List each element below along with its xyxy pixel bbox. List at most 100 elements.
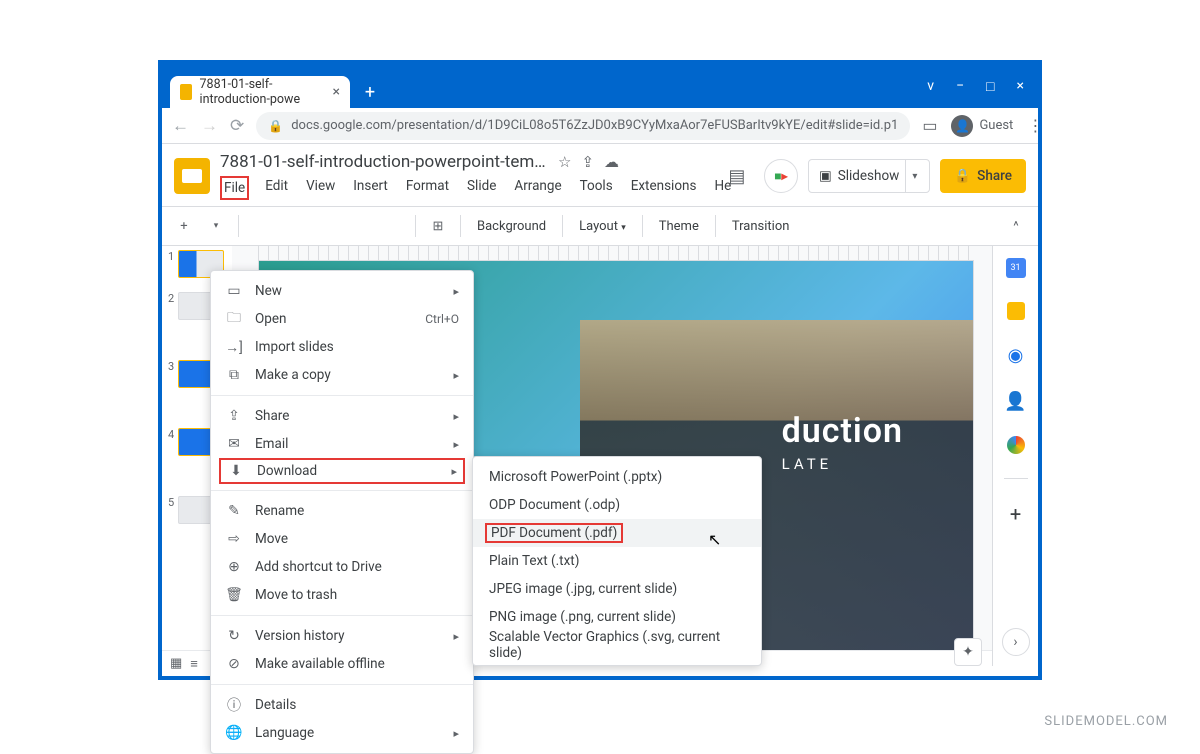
slideshow-label: Slideshow (838, 168, 900, 184)
address-bar: ← → ⟳ 🔒 docs.google.com/presentation/d/1… (162, 108, 1038, 144)
trash-icon: 🗑 (225, 587, 243, 603)
offline-icon: ⊘ (225, 656, 243, 672)
download-jpeg[interactable]: JPEG image (.jpg, current slide) (473, 575, 761, 603)
download-png[interactable]: PNG image (.png, current slide) (473, 603, 761, 631)
menu-share[interactable]: ⇪Share▸ (211, 402, 473, 430)
watermark: SLIDEMODEL.COM (1044, 714, 1168, 729)
thumb-number: 3 (168, 360, 174, 373)
close-window-icon[interactable]: × (1017, 78, 1024, 94)
download-odp[interactable]: ODP Document (.odp) (473, 491, 761, 519)
download-pptx[interactable]: Microsoft PowerPoint (.pptx) (473, 463, 761, 491)
window-controls: v − □ × (927, 64, 1038, 108)
url-field[interactable]: 🔒 docs.google.com/presentation/d/1D9CiL0… (256, 112, 910, 140)
collapse-toolbar-icon[interactable]: ^ (1002, 212, 1030, 240)
menu-version-history[interactable]: ↻Version history▸ (211, 622, 473, 650)
download-svg[interactable]: Scalable Vector Graphics (.svg, current … (473, 631, 761, 659)
addons-plus-icon[interactable]: + (1005, 503, 1027, 525)
close-tab-icon[interactable]: × (333, 84, 340, 100)
separator (460, 215, 461, 237)
browser-tab[interactable]: 7881-01-self-introduction-powe × (170, 76, 350, 108)
calendar-icon[interactable]: 31 (1006, 258, 1026, 278)
download-submenu: Microsoft PowerPoint (.pptx) ODP Documen… (472, 456, 762, 666)
menu-rename[interactable]: ✎Rename (211, 497, 473, 525)
theme-button[interactable]: Theme (651, 219, 707, 234)
contacts-icon[interactable]: 👤 (1005, 390, 1027, 412)
share-button[interactable]: 🔒 Share (940, 159, 1026, 193)
menu-file[interactable]: File (220, 176, 249, 200)
document-title[interactable]: 7881-01-self-introduction-powerpoint-tem… (220, 152, 550, 172)
menu-format[interactable]: Format (404, 176, 451, 200)
filmstrip-list-icon[interactable]: ≡ (190, 656, 198, 672)
star-icon[interactable]: ☆ (558, 153, 571, 171)
slideshow-caret-icon[interactable]: ▾ (905, 160, 923, 192)
minimize-icon[interactable]: − (956, 78, 964, 94)
menu-move-to-trash[interactable]: 🗑Move to trash (211, 581, 473, 609)
filmstrip-grid-icon[interactable]: ▦ (170, 656, 182, 671)
thumb-number: 2 (168, 292, 174, 305)
menu-offline[interactable]: ⊘Make available offline (211, 650, 473, 678)
transition-button[interactable]: Transition (724, 219, 798, 234)
menu-move[interactable]: ⇨Move (211, 525, 473, 553)
cloud-status-icon[interactable]: ☁ (604, 153, 619, 171)
email-icon: ✉ (225, 436, 243, 452)
separator (562, 215, 563, 237)
comments-icon[interactable]: ▤ (720, 159, 754, 193)
dropdown-icon[interactable]: v (927, 78, 934, 94)
menu-details[interactable]: ⓘDetails (211, 691, 473, 719)
download-txt[interactable]: Plain Text (.txt) (473, 547, 761, 575)
new-doc-icon: ▭ (225, 283, 243, 299)
toolbar: + ▾ ⊞ Background Layout ▾ Theme Transiti… (162, 206, 1038, 246)
menu-tools[interactable]: Tools (578, 176, 615, 200)
menu-arrange[interactable]: Arrange (512, 176, 563, 200)
collapse-sidepanel-icon[interactable]: › (1002, 628, 1030, 656)
background-button[interactable]: Background (469, 219, 554, 234)
slides-app: 7881-01-self-introduction-powerpoint-tem… (162, 144, 1038, 676)
share-icon: ⇪ (225, 408, 243, 424)
slideshow-button[interactable]: ▣ Slideshow ▾ (808, 159, 930, 193)
maximize-icon[interactable]: □ (986, 78, 994, 95)
new-slide-caret-icon[interactable]: ▾ (202, 212, 230, 240)
avatar-icon: 👤 (951, 115, 973, 137)
app-header: 7881-01-self-introduction-powerpoint-tem… (162, 144, 1038, 200)
meet-icon[interactable]: ■▸ (764, 159, 798, 193)
menu-insert[interactable]: Insert (351, 176, 390, 200)
window-titlebar: 7881-01-self-introduction-powe × + v − □… (162, 64, 1038, 108)
shortcut-icon: ⊕ (225, 559, 243, 575)
textbox-icon[interactable]: ⊞ (424, 212, 452, 240)
menu-open[interactable]: 🗀OpenCtrl+O (211, 305, 473, 333)
slides-favicon (180, 84, 192, 100)
menu-make-copy[interactable]: ⧉Make a copy▸ (211, 361, 473, 389)
maps-icon[interactable] (1007, 436, 1025, 454)
menu-view[interactable]: View (304, 176, 337, 200)
separator (715, 215, 716, 237)
globe-icon: 🌐 (225, 725, 243, 741)
keep-icon[interactable] (1007, 302, 1025, 320)
browser-overflow-icon[interactable]: ⋮ (1027, 116, 1043, 135)
reload-icon[interactable]: ⟳ (230, 116, 244, 136)
menu-extensions[interactable]: Extensions (629, 176, 699, 200)
back-icon[interactable]: ← (172, 116, 189, 136)
explore-button[interactable]: ✦ (954, 638, 982, 666)
menu-email[interactable]: ✉Email▸ (211, 430, 473, 458)
menu-new[interactable]: ▭New▸ (211, 277, 473, 305)
new-slide-button[interactable]: + (170, 212, 198, 240)
menu-import-slides[interactable]: →]Import slides (211, 333, 473, 361)
menu-slide[interactable]: Slide (465, 176, 498, 200)
tasks-icon[interactable]: ◉ (1005, 344, 1027, 366)
browser-window: 7881-01-self-introduction-powe × + v − □… (158, 60, 1042, 680)
separator (642, 215, 643, 237)
layout-button[interactable]: Layout ▾ (571, 219, 634, 234)
forward-icon[interactable]: → (201, 116, 218, 136)
menu-add-shortcut[interactable]: ⊕Add shortcut to Drive (211, 553, 473, 581)
menu-edit[interactable]: Edit (263, 176, 290, 200)
move-doc-icon[interactable]: ⇪ (581, 153, 594, 171)
guest-label: Guest (979, 118, 1013, 133)
new-tab-button[interactable]: + (356, 78, 384, 106)
thumb-number: 1 (168, 250, 174, 263)
menu-download[interactable]: ⬇Download▸ (219, 458, 465, 484)
reader-mode-icon[interactable]: ▭ (922, 116, 937, 135)
profile-chip[interactable]: 👤 Guest (951, 115, 1013, 137)
download-icon: ⬇ (227, 463, 245, 479)
share-lock-icon: 🔒 (954, 168, 971, 184)
slides-logo-icon[interactable] (174, 158, 210, 194)
